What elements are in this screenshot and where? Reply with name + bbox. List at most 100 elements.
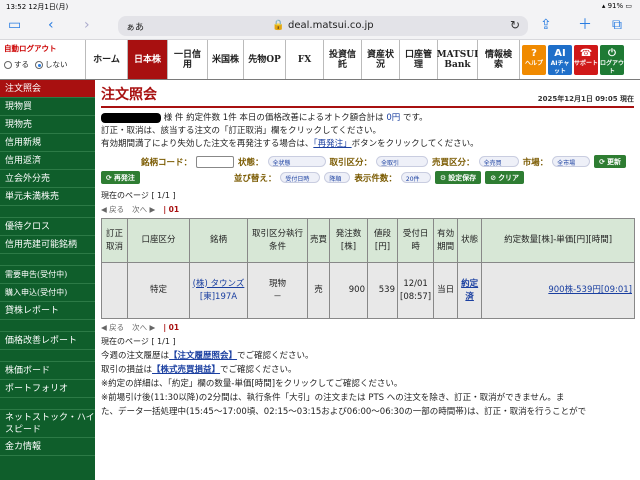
prev-link[interactable]: ◀ 戻る <box>101 204 124 215</box>
auto-logout-off[interactable]: しない <box>35 59 68 70</box>
prev-link[interactable]: ◀ 戻る <box>101 322 124 333</box>
kind-select[interactable]: 全取引 <box>376 156 429 167</box>
sidebar-item-demand[interactable]: 需要申告(受付中) <box>0 266 95 284</box>
status-battery: ▴ 91% ▭ <box>601 2 632 10</box>
sidebar-toggle-icon[interactable]: ▭ <box>8 17 21 33</box>
sort-field-select[interactable]: 受付日時 <box>280 172 321 183</box>
stock-code: [東]197A <box>199 291 238 302</box>
nav-tab-matsui-bank[interactable]: MATSUI Bank <box>437 40 478 79</box>
table-row: 特定 (株) タウンズ [東]197A 現物－ 売 900 539 12/01 [0… <box>101 262 635 319</box>
pager-top: 現在のページ [ 1/1 ] <box>101 191 176 200</box>
nav-tab-search[interactable]: 情報検索 <box>478 40 520 79</box>
execution-detail-link[interactable]: 900株-539円[09:01] <box>548 285 632 295</box>
sidebar-gap <box>0 320 95 332</box>
nav-tab-futures[interactable]: 先物OP <box>244 40 286 79</box>
ios-status-bar: 13:52 12月1日(月) ▴ 91% ▭ <box>0 0 640 12</box>
state-select[interactable]: 全状態 <box>267 156 326 167</box>
reload-icon[interactable]: ↻ <box>510 18 520 32</box>
sidebar-item-cash-sell[interactable]: 現物売 <box>0 116 95 134</box>
back-icon[interactable]: ‹ <box>48 17 54 33</box>
nav-tab-funds[interactable]: 投資信託 <box>324 40 362 79</box>
note-execution: ※約定の詳細は、「約定」欄の数量-単価[時間]をクリックしてご確認ください。 <box>101 379 403 389</box>
sidebar-item-portfolio[interactable]: ポートフォリオ <box>0 380 95 398</box>
clear-icon: ⊘ <box>490 173 497 182</box>
save-settings-button[interactable]: ⚙ 設定保存 <box>434 171 482 184</box>
sidebar-item-odd-lot[interactable]: 単元未満株売 <box>0 188 95 206</box>
sidebar-item-cash-buy[interactable]: 現物買 <box>0 98 95 116</box>
url-text: 🔒 deal.matsui.co.jp <box>272 20 374 31</box>
col-qty: 発注数[株] <box>329 218 368 263</box>
sort-order-select[interactable]: 降順 <box>324 172 351 183</box>
reorder-icon: ⟳ <box>106 173 112 182</box>
help-button[interactable]: ? ヘルプ <box>522 44 546 75</box>
count-select[interactable]: 20件 <box>400 172 431 183</box>
sidebar-item-info[interactable]: 金カ情報 <box>0 438 95 456</box>
next-link[interactable]: 次へ ▶ <box>132 322 155 333</box>
cell-validity: 当日 <box>433 262 459 319</box>
sidebar-item-lending-report[interactable]: 貸株レポート <box>0 302 95 320</box>
nav-tab-home[interactable]: ホーム <box>86 40 128 79</box>
col-stock: 銘柄 <box>189 218 248 263</box>
nav-tab-account[interactable]: 口座管理 <box>400 40 438 79</box>
nav-tab-assets[interactable]: 資産状況 <box>362 40 400 79</box>
profit-loss-link[interactable]: 【株式売買損益】 <box>152 365 220 375</box>
cell-date: 12/01 [08:57] <box>396 262 435 319</box>
nav-tab-day-margin[interactable]: 一日信用 <box>168 40 208 79</box>
logout-button[interactable]: ⏻ ログアウト <box>600 44 624 75</box>
new-tab-icon[interactable]: ＋ <box>578 17 592 33</box>
tabs-icon[interactable]: ⧉ <box>612 17 622 33</box>
sidebar-item-netstock[interactable]: ネットストック・ハイスピード <box>0 410 95 438</box>
col-trade: 取引区分執行条件 <box>247 218 308 263</box>
kind-label: 取引区分： <box>329 157 373 168</box>
status-time: 13:52 12月1日(月) <box>6 3 69 11</box>
count-label: 表示件数： <box>354 173 397 184</box>
state-label: 状態： <box>238 157 264 168</box>
sidebar-item-margin-close[interactable]: 信用返済 <box>0 152 95 170</box>
page-datetime: 2025年12月1日 09:05 現在 <box>537 95 634 103</box>
footer-notes: 今週の注文履歴は【注文履歴照会】でご確認ください。 取引の損益は【株式売買損益】… <box>101 349 634 419</box>
cell-stock[interactable]: (株) タウンズ [東]197A <box>189 262 248 319</box>
stock-code-input[interactable] <box>196 155 235 168</box>
nav-tab-jp-stocks[interactable]: 日本株 <box>128 40 168 79</box>
col-cancel: 訂正取消 <box>101 218 128 263</box>
stock-name-link[interactable]: (株) タウンズ <box>193 279 245 289</box>
order-history-link[interactable]: 【注文履歴照会】 <box>169 351 237 361</box>
logout-icon: ⏻ <box>608 47 616 59</box>
auto-logout-title: 自動ログアウト <box>4 44 57 53</box>
cell-account: 特定 <box>127 262 190 319</box>
main-content: 注文照会 2025年12月1日 09:05 現在 様 件 約定件数 1件 本日の… <box>95 80 640 480</box>
pager-bottom: 現在のページ [ 1/1 ] <box>101 337 176 346</box>
auto-logout-panel: 自動ログアウト する しない <box>0 40 86 79</box>
sidebar-item-margin-new[interactable]: 信用新規 <box>0 134 95 152</box>
instruction-1: 訂正・取消は、該当する注文の「訂正取消」欄をクリックしてください。 <box>101 126 381 136</box>
ai-chat-button[interactable]: AI AIチャット <box>548 44 572 75</box>
browser-toolbar: ▭ ‹ › ぁあ 🔒 deal.matsui.co.jp ↻ ⇪ ＋ ⧉ <box>0 12 640 40</box>
forward-icon[interactable]: › <box>84 17 90 33</box>
sidebar-item-short-list[interactable]: 信用売建可能銘柄 <box>0 236 95 254</box>
sidebar-item-off-auction[interactable]: 立会外分売 <box>0 170 95 188</box>
sidebar-item-price-report[interactable]: 価格改善レポート <box>0 332 95 350</box>
nav-tab-us-stocks[interactable]: 米国株 <box>208 40 244 79</box>
auto-logout-on[interactable]: する <box>4 59 29 70</box>
sidebar-item-purchase[interactable]: 購入申込(受付中) <box>0 284 95 302</box>
filter-row-1: 銘柄コード： 状態： 全状態 取引区分： 全取引 売買区分： 全売買 市場： 全… <box>101 155 634 168</box>
reorder-link[interactable]: 「再発注」 <box>313 139 351 149</box>
clear-button[interactable]: ⊘ クリア <box>485 171 525 184</box>
support-button[interactable]: ☎ サポート <box>574 44 598 75</box>
sidebar-item-order-inquiry[interactable]: 注文照会 <box>0 80 95 98</box>
table-header-row: 訂正取消 口座区分 銘柄 取引区分執行条件 売買 発注数[株] 値段[円] 受付… <box>101 218 635 263</box>
help-icon: ? <box>531 47 537 59</box>
next-link[interactable]: 次へ ▶ <box>132 204 155 215</box>
cell-execution[interactable]: 900株-539円[09:01] <box>481 262 635 319</box>
buysell-select[interactable]: 全売買 <box>478 156 519 167</box>
sidebar-item-stock-board[interactable]: 株価ボード <box>0 362 95 380</box>
nav-tab-fx[interactable]: FX <box>286 40 324 79</box>
share-icon[interactable]: ⇪ <box>540 17 552 33</box>
address-bar[interactable]: ぁあ 🔒 deal.matsui.co.jp ↻ <box>118 16 528 36</box>
current-page: | 01 <box>163 323 180 332</box>
gear-icon: ⚙ <box>439 173 447 182</box>
sidebar-item-benefit-cross[interactable]: 優待クロス <box>0 218 95 236</box>
refresh-button[interactable]: ⟳ 更新 <box>594 155 626 168</box>
reorder-button[interactable]: ⟳ 再発注 <box>101 171 140 184</box>
market-select[interactable]: 全市場 <box>552 156 591 167</box>
